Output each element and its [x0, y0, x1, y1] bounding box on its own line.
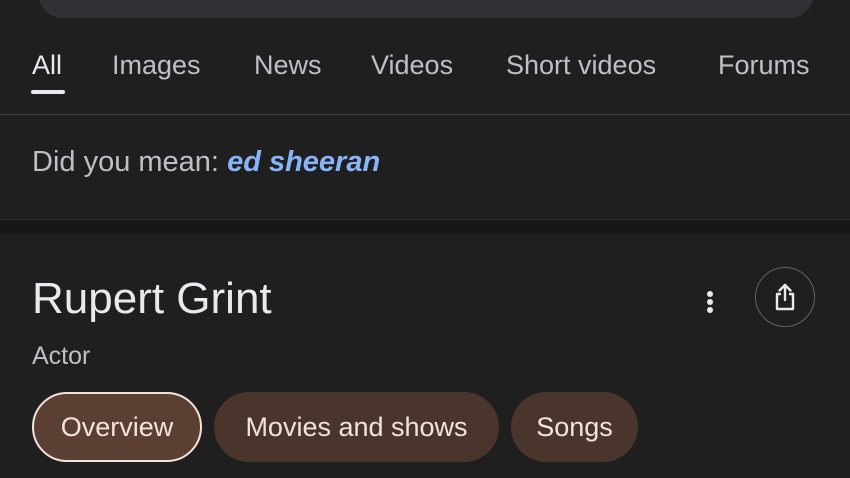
tab-short-videos[interactable]: Short videos	[506, 50, 656, 81]
section-divider	[0, 219, 850, 234]
tab-all[interactable]: All	[32, 50, 62, 81]
share-button[interactable]	[755, 267, 815, 327]
tab-videos[interactable]: Videos	[371, 50, 453, 81]
more-dot	[707, 307, 713, 313]
tab-images[interactable]: Images	[112, 50, 201, 81]
did-you-mean: Did you mean: ed sheeran	[32, 146, 380, 179]
active-tab-indicator	[31, 90, 65, 94]
tab-news[interactable]: News	[254, 50, 322, 81]
divider	[0, 114, 850, 115]
more-dot	[707, 299, 713, 305]
chip-overview[interactable]: Overview	[32, 392, 202, 462]
did-you-mean-prefix: Did you mean:	[32, 146, 219, 178]
entity-title: Rupert Grint	[32, 274, 272, 323]
search-box[interactable]	[38, 0, 814, 18]
tab-forums[interactable]: Forums	[718, 50, 810, 81]
more-dot	[707, 291, 713, 297]
chip-movies-and-shows[interactable]: Movies and shows	[214, 392, 499, 462]
spelling-suggestion-link[interactable]: ed sheeran	[227, 146, 380, 178]
chip-songs[interactable]: Songs	[511, 392, 638, 462]
more-vert-icon[interactable]	[690, 282, 730, 322]
share-icon	[775, 283, 795, 311]
search-tabs: All Images News Videos Short videos Foru…	[0, 40, 850, 96]
knowledge-panel: Rupert Grint Actor Overview Movies and s…	[0, 234, 850, 478]
entity-subtitle: Actor	[32, 342, 91, 370]
